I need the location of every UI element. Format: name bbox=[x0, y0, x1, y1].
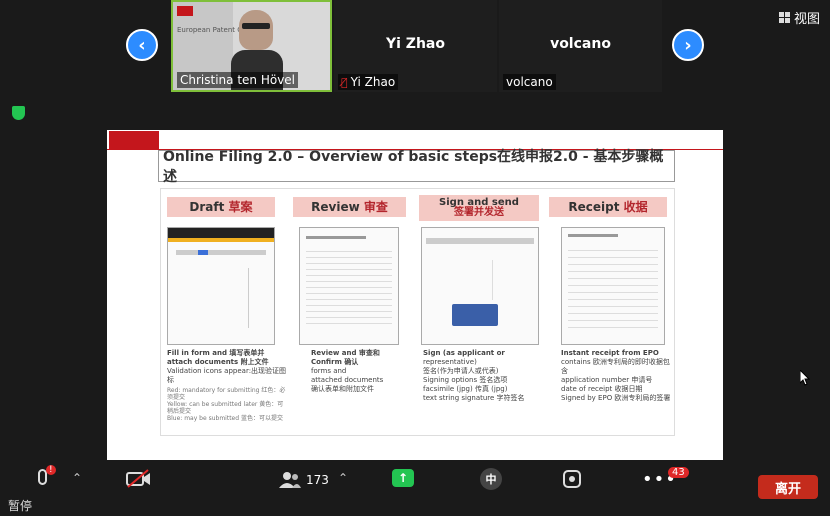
chevron-up-icon: ⌃ bbox=[72, 471, 83, 485]
view-button[interactable]: 视图 bbox=[778, 8, 820, 27]
mic-alert-badge: ! bbox=[46, 465, 56, 475]
steps-panel: Draft 草案 Fill in form and 填写表单并 attach d… bbox=[160, 188, 675, 436]
step-desc-receipt: Instant receipt from EPO contains 欧洲专利局的… bbox=[561, 349, 671, 402]
grid-icon bbox=[778, 12, 790, 23]
prev-page-button[interactable]: ‹ bbox=[126, 29, 158, 61]
epo-logo bbox=[109, 131, 159, 149]
participant-display-name: Yi Zhao bbox=[386, 36, 445, 52]
step-desc-sign: Sign (as applicant or representative) 签名… bbox=[423, 349, 525, 402]
step-label-cn: 收据 bbox=[623, 200, 648, 214]
participant-strip: ‹ European Patent Office Christina ten H… bbox=[0, 0, 830, 130]
participant-name-label: 🎙̸ Yi Zhao bbox=[338, 74, 399, 90]
step-label-cn: 审查 bbox=[363, 200, 388, 214]
interpretation-icon: 中 bbox=[480, 468, 502, 490]
step-screenshot-review bbox=[299, 227, 399, 345]
step-label: Receipt bbox=[568, 200, 620, 214]
participant-name: Yi Zhao bbox=[350, 75, 396, 89]
step-desc-review: Review and 审查和 Confirm 确认 forms and atta… bbox=[311, 349, 384, 393]
more-button[interactable]: ••• 43 bbox=[642, 467, 689, 490]
step-draft: Draft 草案 bbox=[167, 197, 275, 217]
epo-logo-icon bbox=[177, 6, 193, 16]
leave-button[interactable]: 离开 bbox=[758, 475, 818, 499]
share-arrow-icon: ↑ bbox=[392, 469, 414, 487]
participant-tile-3[interactable]: volcano volcano bbox=[499, 0, 662, 92]
step-label-cn: 草案 bbox=[228, 200, 253, 214]
start-video-button[interactable] bbox=[126, 469, 152, 489]
step-label: Draft bbox=[189, 200, 225, 214]
slide-title: Online Filing 2.0 – Overview of basic st… bbox=[158, 149, 675, 185]
share-screen-button[interactable]: ↑ bbox=[392, 469, 414, 487]
apps-button[interactable] bbox=[562, 469, 582, 489]
person-face bbox=[239, 10, 273, 50]
participants-button[interactable]: 173 bbox=[278, 471, 329, 489]
step-screenshot-draft bbox=[167, 227, 275, 345]
security-shield-icon[interactable] bbox=[12, 106, 25, 120]
step-desc-draft: Fill in form and 填写表单并 attach documents … bbox=[167, 349, 287, 422]
mouse-cursor-icon bbox=[799, 368, 811, 386]
participant-name: volcano bbox=[503, 74, 556, 90]
mute-button[interactable]: ! bbox=[38, 465, 56, 485]
participant-tile-1[interactable]: European Patent Office Christina ten Höv… bbox=[171, 0, 332, 92]
interpretation-button[interactable]: 中 bbox=[480, 468, 502, 490]
step-screenshot-sign bbox=[421, 227, 539, 345]
participant-display-name: volcano bbox=[550, 36, 611, 52]
participants-count: 173 bbox=[306, 473, 329, 487]
step-receipt: Receipt 收据 bbox=[549, 197, 667, 217]
participants-icon bbox=[279, 472, 301, 488]
step-sign-send: Sign and send 签署并发送 bbox=[419, 195, 539, 221]
participant-tile-2[interactable]: Yi Zhao 🎙̸ Yi Zhao bbox=[334, 0, 497, 92]
status-text: 暂停 bbox=[8, 499, 33, 513]
participant-name: Christina ten Hövel bbox=[177, 72, 299, 88]
more-badge: 43 bbox=[668, 467, 689, 478]
view-label: 视图 bbox=[793, 12, 820, 27]
participants-options-caret[interactable]: ⌃ bbox=[338, 471, 348, 485]
step-label-cn: 签署并发送 bbox=[454, 207, 504, 218]
step-screenshot-receipt bbox=[561, 227, 665, 345]
glasses-icon bbox=[242, 23, 270, 29]
next-page-button[interactable]: › bbox=[672, 29, 704, 61]
chevron-right-icon: › bbox=[684, 34, 692, 56]
mic-muted-icon: 🎙̸ bbox=[341, 75, 348, 89]
audio-options-caret[interactable]: ⌃ bbox=[72, 471, 82, 485]
apps-icon bbox=[563, 470, 581, 488]
meeting-toolbar: ! ⌃ 173 ⌃ ↑ 中 ••• 43 离开 bbox=[0, 463, 830, 516]
chevron-up-icon: ⌃ bbox=[338, 471, 349, 485]
step-review: Review 审查 bbox=[293, 197, 406, 217]
video-off-icon bbox=[126, 469, 150, 488]
chevron-left-icon: ‹ bbox=[138, 34, 146, 56]
shared-screen: Online Filing 2.0 – Overview of basic st… bbox=[107, 130, 723, 460]
step-label: Review bbox=[311, 200, 360, 214]
